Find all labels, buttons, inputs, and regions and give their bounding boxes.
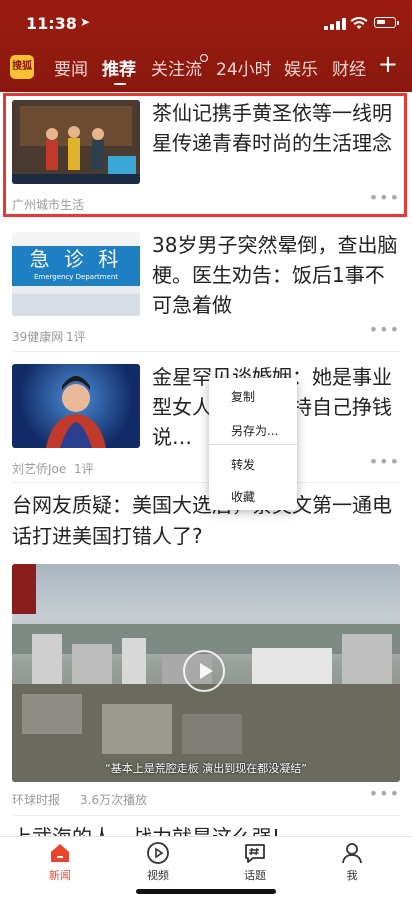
news-card-3[interactable]: 金星罕见谈婚姻：她是事业型女人，因为坚持自己挣钱说… 刘艺侨Joe 1评 ••• <box>12 364 400 476</box>
menu-item-copy[interactable]: 复制 <box>209 388 297 405</box>
bottom-nav: 新闻 视频 话题 我 <box>0 836 412 910</box>
feed-divider <box>12 482 400 483</box>
user-profile-icon <box>342 843 362 864</box>
play-count: 3.6万次播放 <box>80 793 148 807</box>
menu-item-favorite[interactable]: 收藏 <box>209 488 297 505</box>
news-title[interactable]: 上武海的人，战力就是这么强! <box>12 822 280 836</box>
status-time: 11:38 <box>26 14 77 33</box>
bottom-tab-me[interactable]: 我 <box>322 841 382 883</box>
new-content-dot-icon <box>200 54 208 62</box>
news-source: 39健康网 <box>12 330 64 344</box>
bottom-tab-news[interactable]: 新闻 <box>30 841 90 883</box>
thumb-emergency-subtext: Emergency Department <box>33 273 119 281</box>
video-caption: “基本上是荒腔走板 演出到现在都没凝结” <box>105 762 307 775</box>
wifi-icon <box>350 16 368 29</box>
menu-item-save-as[interactable]: 另存为... <box>209 422 297 439</box>
play-icon[interactable] <box>183 650 225 692</box>
video-thumbnail[interactable]: “基本上是荒腔走板 演出到现在都没凝结” <box>12 564 400 782</box>
thumb-emergency-text: 急 诊 科 <box>29 247 123 271</box>
menu-separator <box>209 444 297 445</box>
feed-divider <box>12 351 400 352</box>
battery-icon <box>374 17 399 28</box>
menu-item-forward[interactable]: 转发 <box>209 456 297 473</box>
bottom-tab-label: 新闻 <box>49 869 71 882</box>
signal-icon <box>324 18 346 30</box>
home-indicator[interactable] <box>136 889 276 894</box>
news-source: 环球时报 <box>12 793 61 807</box>
more-options-icon[interactable]: ••• <box>369 320 400 339</box>
channel-tabs: 搜狐 要闻 推荐 关注流 24小时 娱乐 财经 + <box>0 50 412 86</box>
tab-yaowen[interactable]: 要闻 <box>54 55 88 80</box>
comment-count: 1评 <box>66 330 86 344</box>
bottom-tab-label: 话题 <box>244 869 266 882</box>
news-home-icon <box>51 844 69 862</box>
news-thumbnail: 急 诊 科 Emergency Department <box>12 232 140 316</box>
status-bar: 11:38 ➤ <box>0 12 412 36</box>
hashtag-bubble-icon <box>245 844 265 863</box>
news-title[interactable]: 台网友质疑：美国大选后，蔡英文第一通电话打进美国打错人了? <box>12 490 400 552</box>
bottom-tab-label: 视频 <box>147 869 169 882</box>
bottom-tab-label: 我 <box>346 869 358 882</box>
context-menu: 复制 另存为... 转发 收藏 <box>209 378 297 510</box>
tab-guanzhuliu[interactable]: 关注流 <box>151 55 202 80</box>
more-options-icon[interactable]: ••• <box>369 784 400 803</box>
bottom-tab-video[interactable]: 视频 <box>128 841 188 883</box>
news-title[interactable]: 38岁男子突然晕倒，查出脑梗。医生劝告：饭后1事不可急着做 <box>152 230 402 320</box>
bottom-tab-topic[interactable]: 话题 <box>225 841 285 883</box>
tab-24hours[interactable]: 24小时 <box>216 55 272 80</box>
tab-caijing[interactable]: 财经 <box>332 55 366 80</box>
active-tab-indicator <box>114 83 126 85</box>
comment-count: 1评 <box>74 462 94 476</box>
tab-tuijian[interactable]: 推荐 <box>102 55 136 80</box>
news-card-4-video[interactable]: 台网友质疑：美国大选后，蔡英文第一通电话打进美国打错人了? “基本上是荒腔走板 … <box>12 490 400 810</box>
news-source: 刘艺侨Joe <box>12 462 67 476</box>
more-options-icon[interactable]: ••• <box>369 452 400 471</box>
top-header: 11:38 ➤ 搜狐 要闻 推荐 关注流 24小时 娱乐 财经 + <box>0 0 412 92</box>
news-card-5[interactable]: 上武海的人，战力就是这么强! <box>12 822 400 836</box>
news-thumbnail <box>12 364 140 448</box>
selection-highlight <box>3 93 407 217</box>
feed-divider <box>12 815 400 816</box>
location-arrow-icon: ➤ <box>80 15 91 29</box>
tab-yule[interactable]: 娱乐 <box>284 55 318 80</box>
sohu-logo[interactable]: 搜狐 <box>10 55 34 79</box>
video-play-icon <box>147 842 169 864</box>
news-card-2[interactable]: 急 诊 科 Emergency Department 38岁男子突然晕倒，查出脑… <box>12 230 402 344</box>
add-channel-icon[interactable]: + <box>378 50 398 78</box>
